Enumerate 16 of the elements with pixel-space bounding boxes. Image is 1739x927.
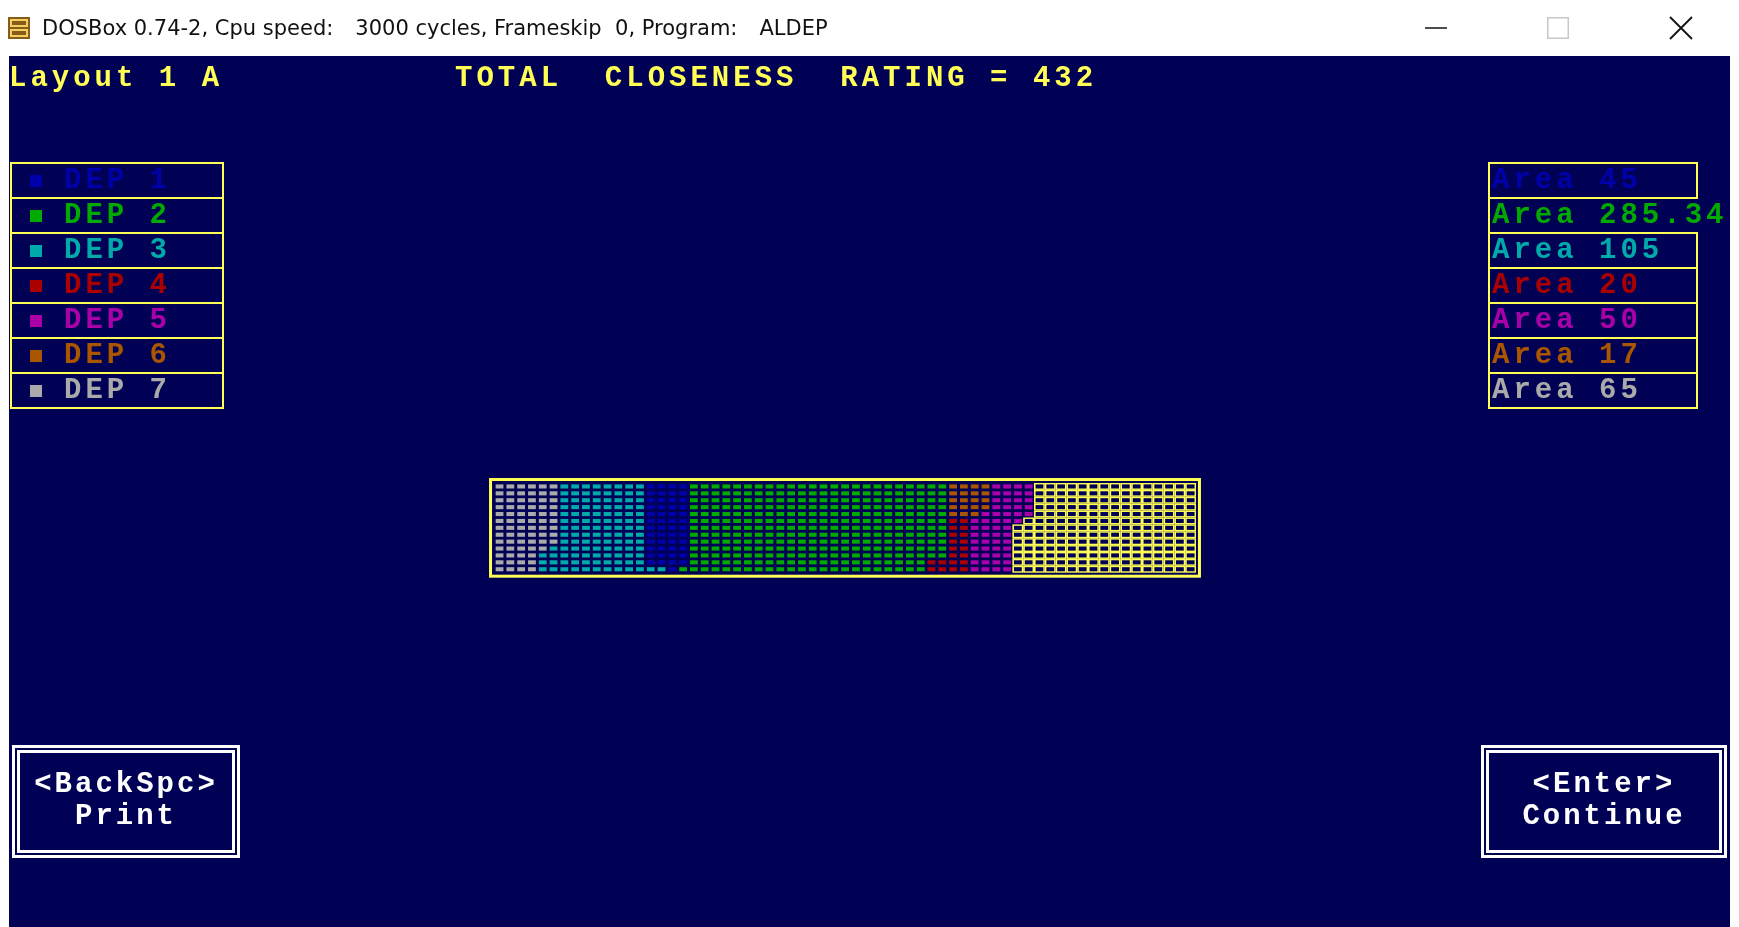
window-title: ALDEP (759, 16, 828, 40)
department-label: DEP 6 (64, 339, 171, 372)
department-label: DEP 4 (64, 269, 171, 302)
window-title: DOSBox 0.74-2, Cpu speed: (42, 16, 334, 40)
department-label: DEP 2 (64, 199, 171, 232)
department-label: DEP 1 (64, 164, 171, 197)
department-label: DEP 5 (64, 304, 171, 337)
window-title: 3000 cycles, Frameskip 0, Program: (355, 16, 738, 40)
key-button[interactable]: <Enter> Continue (1481, 744, 1727, 858)
app-icon (8, 17, 30, 39)
close-icon[interactable] (1669, 16, 1693, 40)
closeness-rating: TOTAL CLOSENESS RATING = 432 (455, 61, 1098, 95)
key-button[interactable]: <BackSpc> Print (12, 744, 240, 858)
layout-label: Layout 1 A (9, 61, 224, 95)
department-label: DEP 3 (64, 234, 171, 267)
department-label: DEP 7 (64, 374, 171, 407)
